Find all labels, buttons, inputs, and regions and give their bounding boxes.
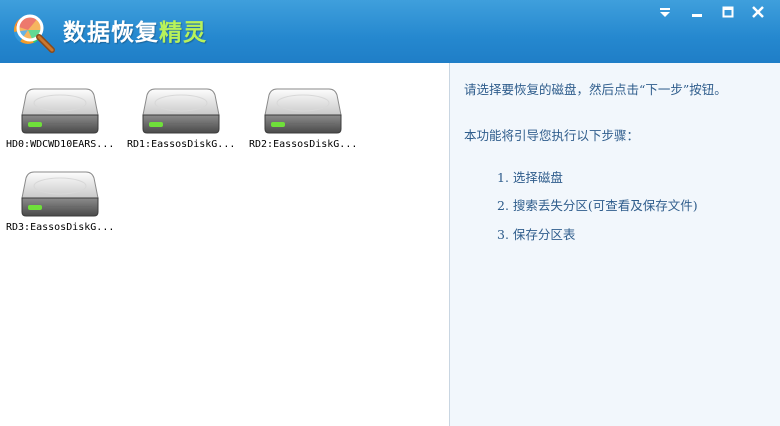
app-title: 数据恢复精灵 [63,13,207,47]
step-item: 3. 保存分区表 [497,227,576,242]
disk-label: HD0:WDCWD10EARS... [6,139,115,150]
instructions-panel: 请选择要恢复的磁盘，然后点击“下一步”按钮。 本功能将引导您执行以下步骤： 1.… [450,63,780,426]
instructions-subtitle: 本功能将引导您执行以下步骤： [464,128,640,143]
hard-disk-icon [20,85,100,137]
hard-disk-icon [20,168,100,220]
magnifier-ball-icon [14,14,55,53]
disk-label: RD1:EassosDiskG... [127,139,236,150]
disk-label: RD2:EassosDiskG... [249,139,358,150]
minimize-icon [692,14,702,17]
disk-item-rd1[interactable]: RD1:EassosDiskG... [127,75,245,155]
maximize-icon [722,6,734,18]
disk-list-panel: HD0:WDCWD10EARS... RD1:EassosDiskG... RD… [0,63,449,426]
app-title-accent: 精灵 [159,20,207,46]
hard-disk-icon [263,85,343,137]
disk-label: RD3:EassosDiskG... [6,222,115,233]
hard-disk-icon [141,85,221,137]
close-icon [752,6,764,18]
app-title-main: 数据恢复 [63,20,159,46]
step-item: 1. 选择磁盘 [497,170,563,185]
disk-item-rd3[interactable]: RD3:EassosDiskG... [6,158,124,238]
disk-item-rd2[interactable]: RD2:EassosDiskG... [249,75,367,155]
title-bar: 数据恢复精灵 [0,0,780,63]
minimize-button[interactable] [686,3,708,21]
disk-item-hd0[interactable]: HD0:WDCWD10EARS... [6,75,124,155]
menu-button[interactable] [654,3,676,21]
dropdown-arrow-icon [660,8,670,17]
close-button[interactable] [747,3,769,21]
maximize-button[interactable] [717,3,739,21]
instructions-intro: 请选择要恢复的磁盘，然后点击“下一步”按钮。 [464,82,727,97]
step-item: 2. 搜索丢失分区(可查看及保存文件) [497,198,698,213]
